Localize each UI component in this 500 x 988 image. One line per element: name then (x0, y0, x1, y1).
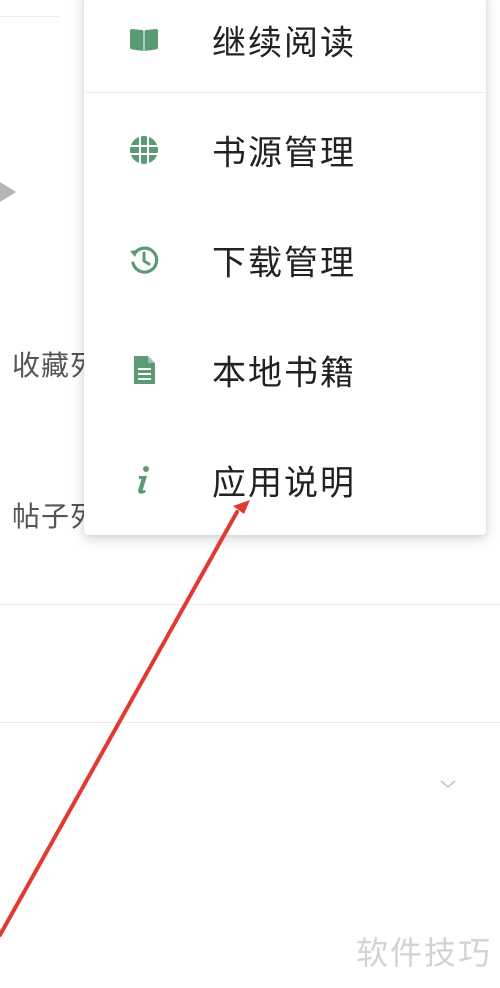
history-icon (130, 246, 159, 274)
menu-item-source-management[interactable]: 书源管理 (84, 100, 486, 200)
book-open-icon (130, 29, 158, 51)
menu-divider (84, 92, 486, 93)
background-divider (0, 722, 500, 723)
menu-item-label: 书源管理 (212, 133, 356, 174)
document-icon (134, 356, 155, 384)
background-divider (0, 16, 60, 17)
chevron-down-icon[interactable] (438, 774, 458, 794)
expand-arrow-icon[interactable] (0, 182, 16, 202)
menu-item-label: 下载管理 (212, 243, 356, 284)
menu-item-continue-reading[interactable]: 继续阅读 (84, 0, 486, 90)
menu-item-label: 应用说明 (212, 463, 356, 504)
menu-item-download-management[interactable]: 下载管理 (84, 210, 486, 310)
globe-icon (130, 136, 158, 164)
screen: 收藏列 帖子列 继续阅读 书源管理 下载管理 本地书籍 应用说明 软件技巧 (0, 0, 500, 988)
menu-item-label: 本地书籍 (212, 353, 356, 394)
menu-item-local-books[interactable]: 本地书籍 (84, 320, 486, 420)
menu-item-label: 继续阅读 (212, 23, 356, 64)
watermark: 软件技巧 (356, 934, 493, 972)
background-divider (0, 604, 500, 605)
overflow-menu: 继续阅读 书源管理 下载管理 本地书籍 应用说明 (84, 0, 486, 535)
menu-item-app-info[interactable]: 应用说明 (84, 430, 486, 530)
info-icon (138, 466, 149, 494)
